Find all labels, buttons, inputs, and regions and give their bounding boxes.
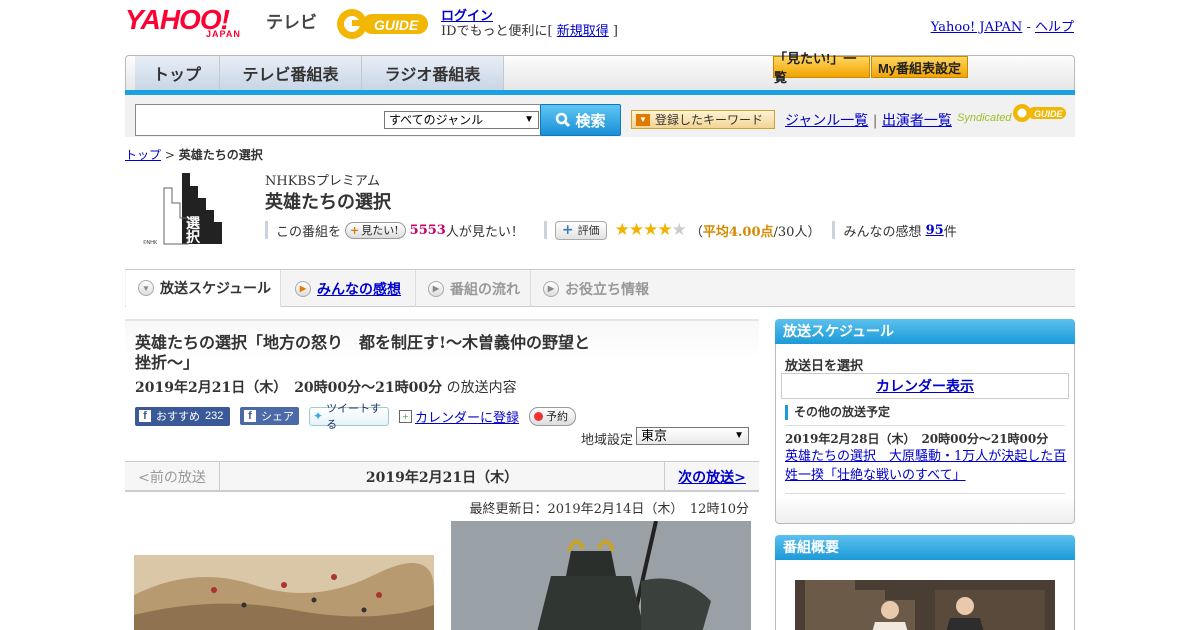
- search-button[interactable]: 検索: [540, 104, 621, 136]
- breadcrumb-home-link[interactable]: トップ: [125, 148, 161, 162]
- facebook-like-button[interactable]: f おすすめ 232: [135, 406, 230, 426]
- mitai-list-button[interactable]: 「見たい!」一覧: [773, 51, 870, 85]
- episode-image-painting: [134, 555, 434, 630]
- help-link[interactable]: ヘルプ: [1035, 20, 1074, 35]
- rating-stars: ★★★★★: [614, 220, 687, 240]
- chevron-down-icon: ▼: [734, 430, 744, 441]
- my-schedule-button[interactable]: My番組表設定: [871, 56, 968, 78]
- plus-icon: +: [561, 222, 574, 238]
- other-broadcast-link[interactable]: 英雄たちの選択 大原騒動・1万人が決起した百姓一揆「壮絶な戦いのすべて」: [785, 447, 1067, 485]
- chevron-down-icon: ▼: [138, 280, 154, 296]
- svg-text:択: 択: [186, 229, 201, 246]
- syndicated-label: Syndicated: [957, 112, 1012, 124]
- play-arrow-icon: ▶: [543, 280, 559, 297]
- twitter-bird-icon: ✦: [313, 409, 324, 423]
- next-broadcast-link[interactable]: 次の放送>: [664, 462, 759, 492]
- stats-divider: [832, 221, 836, 239]
- calendar-register[interactable]: + カレンダーに登録: [399, 407, 519, 426]
- signup-link[interactable]: 新規取得: [557, 24, 609, 39]
- overview-image: [795, 580, 1055, 630]
- region-label: 地域設定: [581, 433, 634, 448]
- tv-logo-text[interactable]: テレビ: [266, 8, 317, 33]
- schedule-sidebar-header: 放送スケジュール: [775, 319, 1075, 344]
- mitai-button[interactable]: + 見たい!: [345, 221, 406, 239]
- program-stats: この番組を + 見たい! 5553 人が見たい！ + 評価 ★★★★★ （平均4.0…: [265, 220, 957, 240]
- program-thumbnail: 選 択 ©NHK: [142, 168, 232, 246]
- tab-comments[interactable]: ▶ みんなの感想: [283, 270, 416, 307]
- cast-list-link[interactable]: 出演者一覧: [882, 113, 952, 129]
- rate-button[interactable]: + 評価: [554, 220, 607, 240]
- play-arrow-icon: ▶: [428, 280, 444, 297]
- program-title: 英雄たちの選択: [265, 192, 391, 213]
- yahoo-japan-text: JAPAN: [206, 29, 241, 39]
- plus-icon: +: [350, 223, 360, 237]
- top-right-links: Yahoo! JAPAN - ヘルプ: [930, 20, 1074, 35]
- divider: [785, 493, 1065, 494]
- record-dot-icon: [534, 411, 544, 421]
- gguide-small-logo: GUIDE: [1013, 104, 1066, 122]
- registered-keyword-button[interactable]: ▼ 登録したキーワード: [631, 110, 775, 129]
- social-buttons: f おすすめ 232 f シェア ✦ ツイートする + カレンダーに登録 予約: [135, 403, 577, 431]
- login-subtext: IDでもっと便利に[ 新規取得 ]: [441, 24, 618, 39]
- tweet-button[interactable]: ✦ ツイートする: [309, 403, 389, 431]
- comments-count-link[interactable]: 95: [926, 223, 944, 238]
- facebook-share-button[interactable]: f シェア: [240, 407, 299, 425]
- episode-date: 2019年2月21日（木） 20時00分～21時00分 の放送内容: [135, 380, 517, 396]
- facebook-icon: f: [244, 410, 256, 422]
- reserve-button[interactable]: 予約: [529, 406, 577, 426]
- average-score: 平均4.00点: [702, 224, 774, 240]
- tab-useful-info[interactable]: ▶ お役立ち情報: [531, 270, 661, 307]
- nav-tab-tv-schedule[interactable]: テレビ番組表: [220, 56, 362, 90]
- region-select[interactable]: 東京 ▼: [636, 427, 749, 445]
- stats-divider: [265, 221, 268, 239]
- current-broadcast-date: 2019年2月21日（木）: [365, 470, 519, 486]
- watch-count: 5553: [409, 222, 446, 238]
- breadcrumb: トップ > 英雄たちの選択: [125, 148, 263, 162]
- divider: [785, 425, 1065, 426]
- search-links: ジャンル一覧 | 出演者一覧: [785, 113, 952, 129]
- dropdown-triangle-icon: ▼: [636, 113, 650, 126]
- stats-divider: [543, 221, 547, 239]
- genre-select[interactable]: すべてのジャンル ▼: [384, 111, 539, 129]
- channel-name: NHKBSプレミアム: [265, 174, 380, 189]
- gguide-logo[interactable]: GUIDE: [334, 6, 432, 42]
- nav-tab-top[interactable]: トップ: [135, 56, 220, 90]
- other-broadcasts-heading: その他の放送予定: [785, 405, 890, 420]
- svg-text:GUIDE: GUIDE: [374, 17, 419, 33]
- chevron-down-icon: ▼: [524, 114, 534, 125]
- search-icon: [556, 112, 571, 128]
- episode-title: 英雄たちの選択「地方の怒り 都を制圧す!～木曽義仲の野望と挫折～」: [135, 333, 591, 372]
- genre-list-link[interactable]: ジャンル一覧: [785, 113, 868, 129]
- svg-text:GUIDE: GUIDE: [1034, 109, 1064, 119]
- svg-text:©NHK: ©NHK: [143, 239, 158, 246]
- episode-image-statue: [451, 521, 751, 630]
- select-date-label: 放送日を選択: [785, 359, 864, 374]
- facebook-icon: f: [139, 410, 151, 422]
- overview-sidebar-header: 番組概要: [775, 535, 1075, 560]
- tab-schedule[interactable]: ▼ 放送スケジュール: [126, 270, 281, 308]
- prev-broadcast: <前の放送: [125, 462, 220, 492]
- other-broadcast-date: 2019年2月28日（木） 20時00分～21時00分: [785, 432, 1049, 446]
- play-arrow-icon: ▶: [295, 280, 311, 297]
- nav-tab-radio-schedule[interactable]: ラジオ番組表: [362, 56, 504, 90]
- breadcrumb-current: 英雄たちの選択: [178, 148, 263, 162]
- calendar-view-button[interactable]: カレンダー表示: [781, 373, 1069, 399]
- calendar-icon: +: [399, 409, 412, 423]
- last-updated: 最終更新日：2019年2月14日（木） 12時10分: [469, 502, 749, 517]
- tab-program-flow[interactable]: ▶ 番組の流れ: [416, 270, 531, 307]
- broadcast-pager: <前の放送 2019年2月21日（木） 次の放送>: [125, 461, 759, 492]
- yahoo-japan-link[interactable]: Yahoo! JAPAN: [931, 20, 1023, 35]
